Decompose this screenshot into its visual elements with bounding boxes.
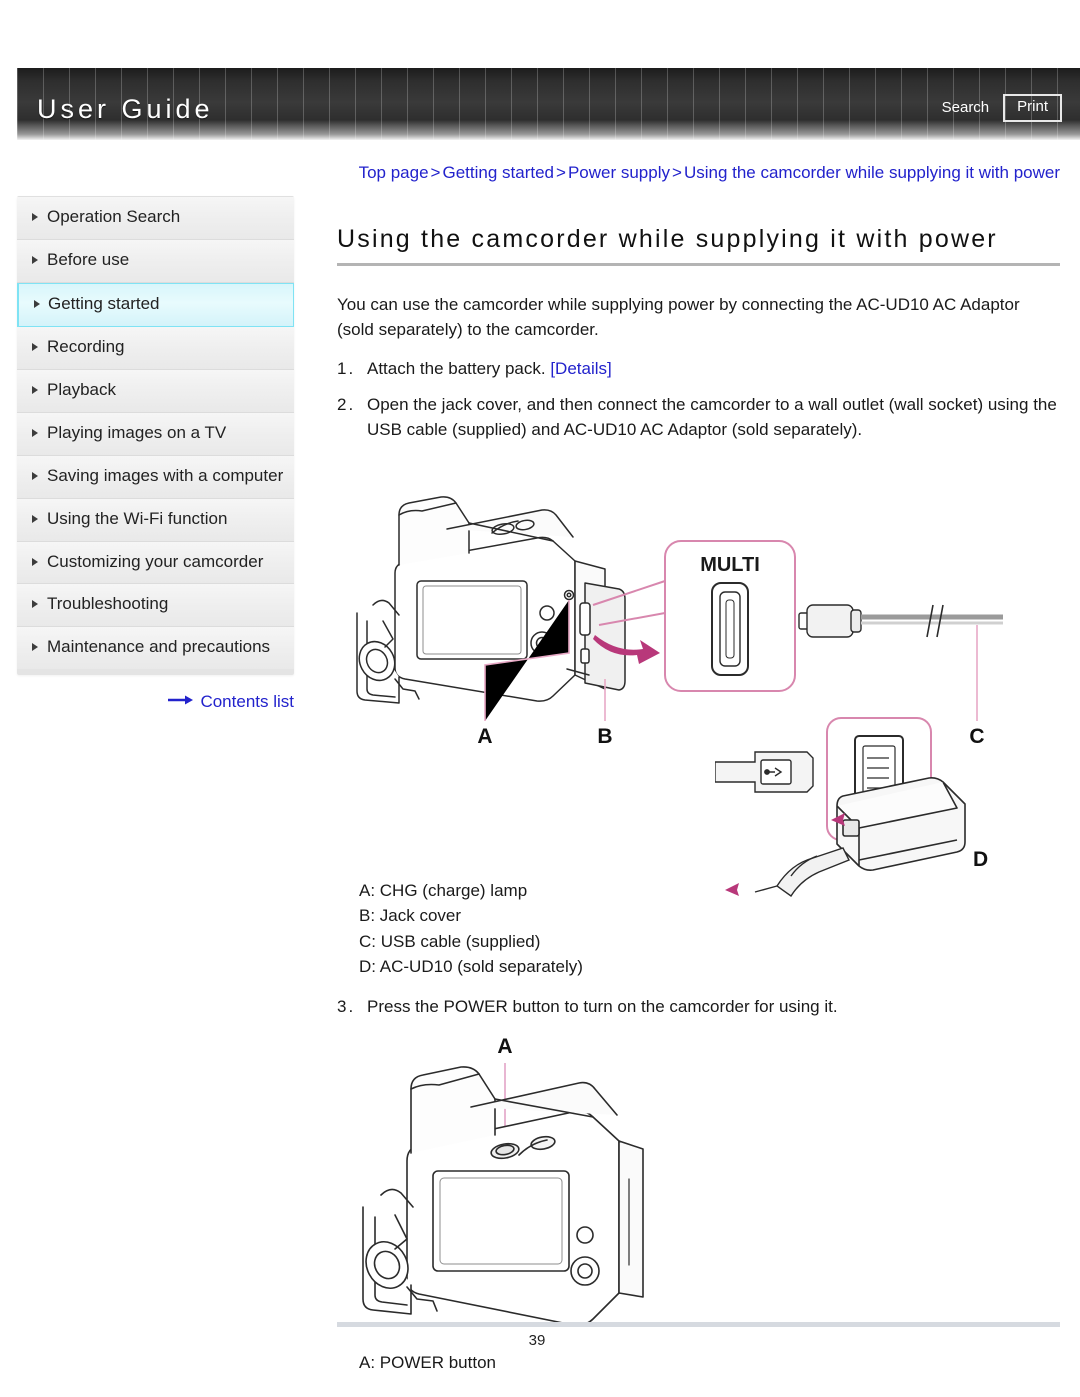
sidebar-item-saving-images-with-a-computer[interactable]: Saving images with a computer — [17, 455, 294, 499]
arrow-right-icon — [168, 693, 194, 711]
footer-divider — [337, 1322, 1060, 1327]
bullet-triangle-icon — [32, 255, 38, 264]
header-actions: Search Print — [942, 94, 1062, 122]
bullet-triangle-icon — [32, 428, 38, 437]
intro-paragraph: You can use the camcorder while supplyin… — [337, 295, 1020, 340]
sidebar-item-troubleshooting[interactable]: Troubleshooting — [17, 584, 294, 628]
breadcrumb: Top page > Getting started > Power supply > Us… — [337, 160, 1060, 186]
legend-item-power-button: A: POWER button — [359, 1353, 496, 1373]
sidebar-item-customizing-your-camcorder[interactable]: Customizing your camcorder — [17, 541, 294, 585]
sidebar-item-label: Recording — [47, 336, 125, 356]
bullet-triangle-icon — [32, 385, 38, 394]
breadcrumb-item-top-page[interactable]: Top page — [359, 163, 429, 182]
step-text: Press the POWER button to turn on the ca… — [367, 996, 838, 1016]
sidebar-item-recording[interactable]: Recording — [17, 326, 294, 370]
figure2-legend: A: POWER button — [359, 1350, 1060, 1376]
sidebar-item-playing-images-on-a-tv[interactable]: Playing images on a TV — [17, 412, 294, 456]
details-link[interactable]: [Details] — [550, 359, 611, 378]
bullet-triangle-icon — [32, 600, 38, 609]
sidebar-item-maintenance-and-precautions[interactable]: Maintenance and precautions — [17, 627, 294, 670]
breadcrumb-separator: > — [430, 163, 441, 182]
step-number: 3. — [337, 996, 356, 1016]
bullet-triangle-icon — [32, 643, 38, 652]
legend-item-d: D: AC-UD10 (sold separately) — [359, 957, 583, 977]
bullet-triangle-icon — [32, 342, 38, 351]
figure-camcorder-power-button: A — [337, 1029, 1060, 1344]
sidebar-item-label: Getting started — [48, 293, 160, 313]
multi-callout-label: MULTI — [700, 554, 760, 576]
breadcrumb-item-getting-started[interactable]: Getting started — [442, 163, 554, 182]
step-text: Attach the battery pack. — [367, 359, 551, 379]
bullet-triangle-icon — [32, 471, 38, 480]
bullet-triangle-icon — [32, 213, 38, 221]
app-title: User Guide — [37, 94, 214, 124]
step-text: Open the jack cover, and then connect th… — [367, 394, 1057, 440]
page-number: 39 — [528, 1332, 546, 1349]
steps-list-continued: 3. Press the POWER button to turn on the … — [337, 994, 1060, 1020]
sidebar-item-label: Customizing your camcorder — [47, 551, 264, 571]
sidebar-item-before-use[interactable]: Before use — [17, 239, 294, 283]
breadcrumb-item-power-supply[interactable]: Power supply — [568, 163, 670, 182]
sidebar-item-label: Using the Wi-Fi function — [47, 508, 228, 528]
sidebar-item-label: Playing images on a TV — [47, 422, 227, 442]
figure2-marker-a: A — [497, 1035, 512, 1058]
search-link[interactable]: Search — [942, 99, 990, 116]
legend-item-c: C: USB cable (supplied) — [359, 931, 541, 951]
figure-marker-a: A — [477, 725, 492, 748]
sidebar-item-operation-search[interactable]: Operation Search — [17, 197, 294, 240]
sidebar-item-label: Before use — [47, 249, 130, 269]
page-title: Using the camcorder while supplying it w… — [337, 224, 998, 253]
print-button[interactable]: Print — [1003, 94, 1062, 122]
step-number: 1. — [337, 359, 356, 379]
sidebar-item-label: Playback — [47, 379, 116, 399]
title-divider — [337, 263, 1060, 266]
figure-marker-d: D — [973, 848, 988, 871]
sidebar-item-using-the-wi-fi-function[interactable]: Using the Wi-Fi function — [17, 498, 294, 542]
bullet-triangle-icon — [34, 299, 40, 308]
sidebar-item-label: Maintenance and precautions — [47, 637, 271, 657]
sidebar-item-label: Saving images with a computer — [47, 465, 284, 485]
sidebar-item-label: Operation Search — [47, 207, 181, 226]
contents-list-link[interactable]: Contents list — [200, 692, 294, 711]
step-number: 2. — [337, 394, 356, 414]
bullet-triangle-icon — [32, 557, 38, 566]
sidebar-nav: Operation Search Before use Getting star… — [17, 196, 294, 676]
step-1: 1. Attach the battery pack. [Details] — [337, 356, 1060, 382]
header-banner: User Guide Search Print — [17, 68, 1080, 140]
breadcrumb-separator: > — [556, 163, 566, 182]
sidebar-item-label: Troubleshooting — [47, 594, 169, 614]
steps-list: 1. Attach the battery pack. [Details] 2. O… — [337, 356, 1060, 443]
figure-ac-adaptor: D — [714, 700, 1035, 925]
main-content: Top page > Getting started > Power supply > Us… — [337, 160, 1060, 1390]
breadcrumb-separator: > — [672, 163, 682, 182]
bullet-triangle-icon — [32, 514, 38, 523]
step-3: 3. Press the POWER button to turn on the … — [337, 994, 1060, 1020]
sidebar-item-playback[interactable]: Playback — [17, 369, 294, 413]
contents-list-container: Contents list — [17, 692, 296, 712]
sidebar-item-getting-started[interactable]: Getting started — [17, 282, 294, 327]
step-2: 2. Open the jack cover, and then connect … — [337, 392, 1060, 443]
breadcrumb-item-current: Using the camcorder while supplying it w… — [683, 163, 1060, 182]
figure-marker-b: B — [597, 725, 612, 748]
